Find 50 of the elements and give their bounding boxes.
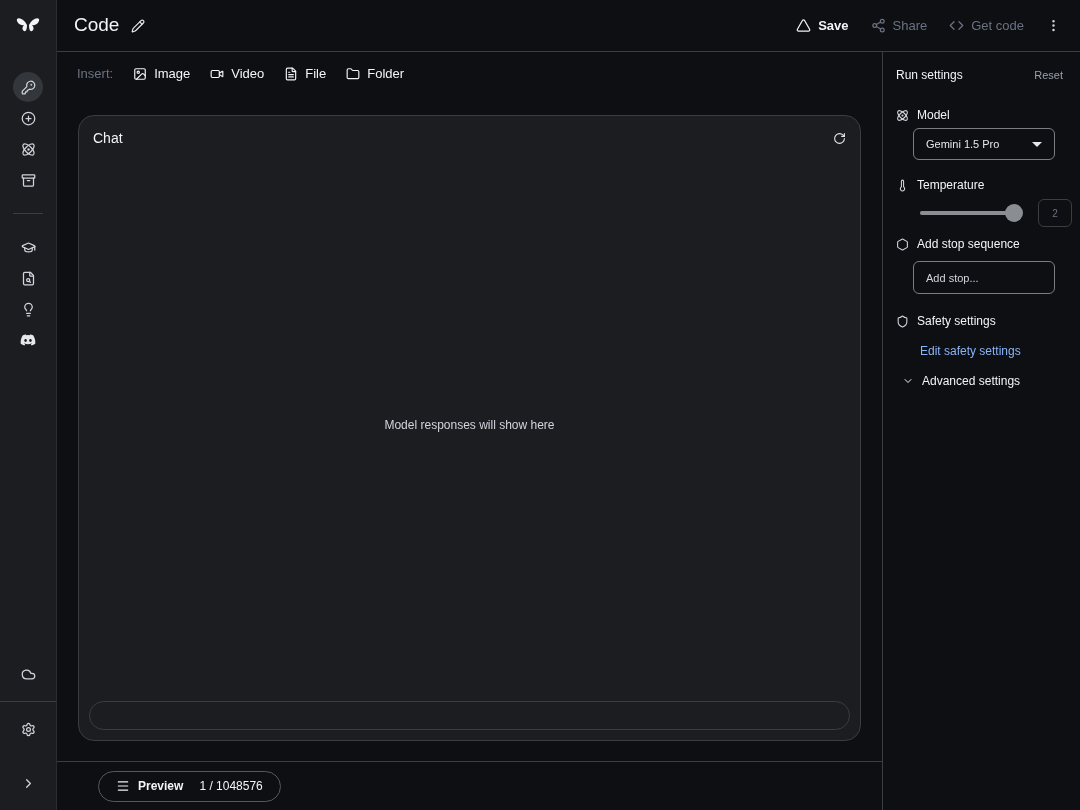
plus-circle-icon	[20, 110, 36, 126]
triangle-icon	[796, 18, 812, 33]
stop-sequence-input[interactable]: Add stop...	[913, 261, 1055, 294]
archive-icon	[20, 172, 36, 188]
token-count: 1 / 1048576	[199, 778, 263, 795]
chat-title: Chat	[93, 129, 123, 148]
atom-icon	[20, 141, 36, 157]
rename-button[interactable]	[131, 18, 146, 33]
temperature-value-field[interactable]: 2	[1038, 199, 1072, 227]
run-settings-title: Run settings	[896, 67, 963, 84]
cloud-icon	[20, 666, 36, 682]
stop-sequence-label: Add stop sequence	[917, 236, 1020, 253]
pencil-icon	[131, 18, 146, 33]
game-controller-face-icon	[20, 332, 36, 348]
shield-icon	[896, 314, 909, 328]
settings-icon	[20, 721, 36, 737]
dropdown-caret-icon	[1032, 141, 1042, 147]
toolbar-button[interactable]: Save	[796, 15, 849, 36]
insert-label: Insert:	[77, 65, 114, 84]
share-icon	[870, 18, 886, 33]
model-dropdown[interactable]: Gemini 1.5 Pro	[913, 128, 1055, 160]
advanced-settings-toggle[interactable]: Advanced settings	[902, 372, 1072, 390]
document-search-icon	[20, 270, 36, 286]
file-icon	[284, 67, 299, 81]
page-title: Code	[74, 13, 120, 38]
menu-lines-icon	[116, 779, 130, 793]
insert-button[interactable]: Folder	[346, 64, 405, 84]
reset-button[interactable]: Reset	[1034, 66, 1063, 84]
safety-settings-label: Safety settings	[917, 313, 996, 330]
temperature-label: Temperature	[917, 177, 985, 194]
hexagon-icon	[896, 237, 909, 251]
graduation-cap-icon	[20, 239, 36, 255]
preview-label: Preview	[138, 778, 184, 795]
refresh-button[interactable]	[833, 132, 846, 145]
refresh-icon	[833, 132, 846, 145]
prompt-input-field[interactable]	[89, 701, 850, 730]
edit-safety-settings-link[interactable]: Edit safety settings	[920, 342, 1072, 360]
image-icon	[133, 67, 148, 81]
key-icon	[20, 79, 36, 95]
slider-thumb[interactable]	[1005, 204, 1024, 222]
empty-chat-message: Model responses will show here	[384, 417, 555, 434]
sidebar-button[interactable]	[13, 72, 43, 102]
insert-button[interactable]: Image	[133, 64, 191, 84]
atom-icon	[896, 108, 909, 122]
video-camera-icon	[210, 67, 225, 81]
folder-icon	[346, 67, 361, 81]
code-icon	[949, 18, 965, 33]
insert-button[interactable]: Video	[210, 64, 265, 84]
model-label: Model	[917, 107, 950, 124]
insert-button[interactable]: File	[284, 64, 327, 84]
